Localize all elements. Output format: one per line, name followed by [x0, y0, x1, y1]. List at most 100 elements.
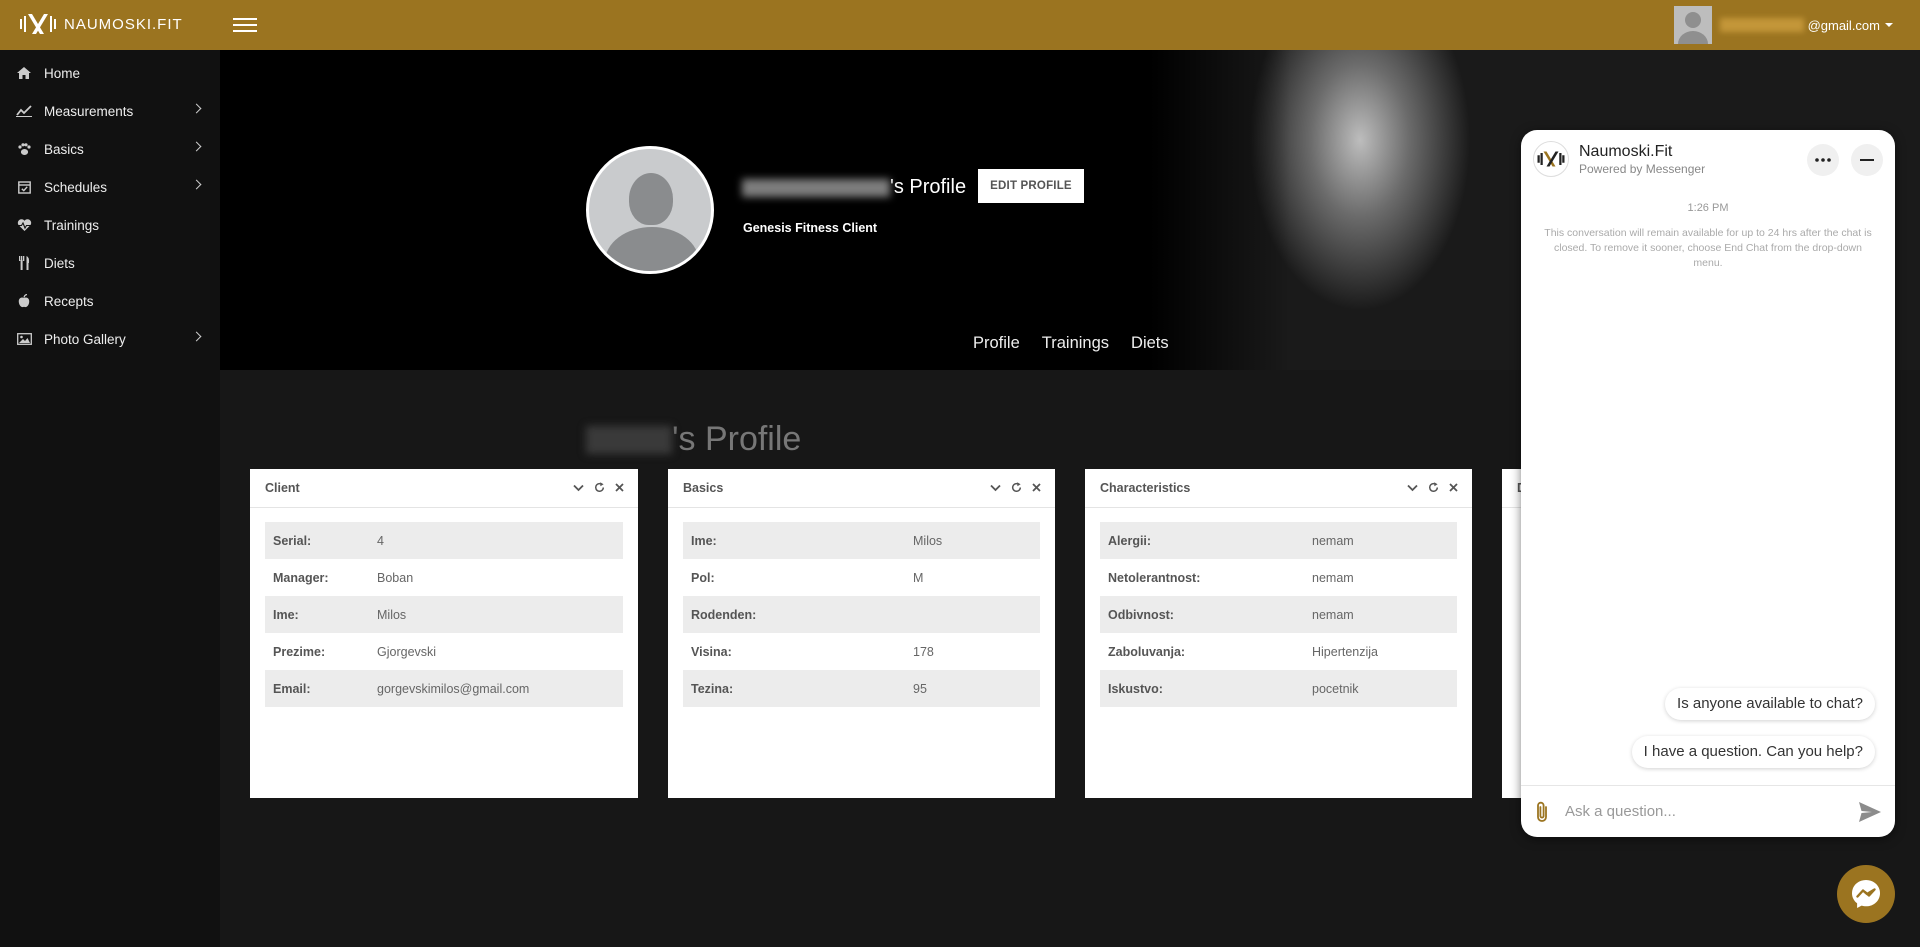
sidebar-item-label: Basics: [44, 141, 84, 157]
row-key: Ime:: [691, 533, 717, 548]
row-key: Ime:: [273, 607, 299, 622]
suggestion-chip[interactable]: Is anyone available to chat?: [1665, 688, 1875, 720]
sidebar-item-home[interactable]: Home: [0, 54, 220, 92]
row-value: Milos: [913, 533, 943, 548]
row-value: 95: [913, 681, 927, 696]
row-value: pocetnik: [1312, 681, 1359, 696]
tab-profile[interactable]: Profile: [973, 334, 1020, 353]
image-icon: [16, 332, 32, 346]
row-value: Milos: [377, 607, 407, 622]
sidebar-item-trainings[interactable]: Trainings: [0, 206, 220, 244]
sidebar-item-schedules[interactable]: Schedules: [0, 168, 220, 206]
chat-composer: [1521, 785, 1895, 837]
chat-brand-logo: [1533, 141, 1569, 177]
brand-name: NAUMOSKI.FIT: [64, 15, 183, 33]
row-value: M: [913, 570, 924, 585]
basics-table: Ime: Milos Pol: M Rodenden: Visina: 178 Tez…: [683, 522, 1040, 707]
chat-message-input[interactable]: [1565, 803, 1835, 820]
card-title: Characteristics: [1100, 481, 1191, 495]
calendar-check-icon: [16, 180, 32, 194]
row-key: Zaboluvanja:: [1108, 644, 1186, 659]
chat-header: Naumoski.Fit Powered by Messenger: [1521, 130, 1895, 188]
sidebar-item-label: Recepts: [44, 293, 94, 309]
table-row: Ime: Milos: [683, 522, 1040, 559]
row-key: Tezina:: [691, 681, 734, 696]
row-value: gorgevskimilos@gmail.com: [377, 681, 530, 696]
row-value: nemam: [1312, 533, 1354, 548]
table-row: Email: gorgevskimilos@gmail.com: [265, 670, 623, 707]
sidebar-item-measurements[interactable]: Measurements: [0, 92, 220, 130]
table-row: Pol: M: [683, 559, 1040, 596]
sidebar-item-photo-gallery[interactable]: Photo Gallery: [0, 320, 220, 358]
sidebar-item-recepts[interactable]: Recepts: [0, 282, 220, 320]
menu-toggle-icon[interactable]: [233, 14, 257, 36]
page-title-suffix: 's Profile: [672, 420, 802, 458]
refresh-icon[interactable]: [594, 482, 605, 493]
basics-card: Basics Ime: Milos Pol: M Rodenden: Visina:…: [668, 469, 1055, 798]
row-key: Email:: [273, 681, 311, 696]
user-menu[interactable]: @gmail.com: [1673, 6, 1894, 44]
sidebar-item-diets[interactable]: Diets: [0, 244, 220, 282]
chevron-right-icon: [191, 141, 202, 152]
table-row: Prezime: Gjorgevski: [265, 633, 623, 670]
sidebar-item-label: Photo Gallery: [44, 331, 126, 347]
name-redacted: [742, 178, 890, 197]
row-key: Rodenden:: [691, 607, 757, 622]
profile-avatar: [586, 146, 714, 274]
table-row: Tezina: 95: [683, 670, 1040, 707]
refresh-icon[interactable]: [1011, 482, 1022, 493]
send-icon[interactable]: [1859, 801, 1881, 822]
characteristics-table: Alergii: nemam Netolerantnost: nemam Odbiv…: [1100, 522, 1457, 707]
tab-diets[interactable]: Diets: [1131, 334, 1169, 353]
row-value: nemam: [1312, 570, 1354, 585]
close-icon[interactable]: [1032, 483, 1041, 492]
home-icon: [16, 66, 32, 80]
suggestion-chip[interactable]: I have a question. Can you help?: [1631, 736, 1875, 768]
characteristics-card: Characteristics Alergii: nemam Netolerant…: [1085, 469, 1472, 798]
top-navbar: NAUMOSKI.FIT @gmail.com: [0, 0, 1920, 50]
row-key: Pol:: [691, 570, 715, 585]
sidebar-item-label: Home: [44, 65, 81, 81]
row-value: [905, 596, 1040, 633]
hero-subtitle: Genesis Fitness Client: [743, 221, 878, 235]
close-icon[interactable]: [615, 483, 624, 492]
more-options-icon[interactable]: [1807, 144, 1839, 176]
row-key: Odbivnost:: [1108, 607, 1174, 622]
table-row: Manager: Boban: [265, 559, 623, 596]
hero-profile-name-suffix: 's Profile: [890, 176, 967, 198]
row-key: Iskustvo:: [1108, 681, 1163, 696]
user-email: @gmail.com: [1807, 17, 1880, 33]
utensils-icon: [16, 256, 32, 270]
logo-icon: [20, 14, 56, 34]
name-redacted: [586, 425, 672, 454]
card-header: Client: [250, 469, 638, 508]
table-row: Odbivnost: nemam: [1100, 596, 1457, 633]
caret-down-icon: [1885, 23, 1893, 27]
row-value: Gjorgevski: [377, 644, 437, 659]
chat-timestamp: 1:26 PM: [1687, 202, 1729, 214]
messenger-launcher-button[interactable]: [1837, 865, 1895, 923]
user-name-redacted: [1719, 18, 1804, 32]
table-row: Iskustvo: pocetnik: [1100, 670, 1457, 707]
card-title: Basics: [683, 481, 724, 495]
chevron-right-icon: [191, 179, 202, 190]
row-key: Netolerantnost:: [1108, 570, 1201, 585]
sidebar: Home Measurements Basics Schedules Train…: [0, 50, 220, 947]
collapse-icon[interactable]: [1407, 484, 1418, 492]
row-key: Manager:: [273, 570, 329, 585]
attachment-icon[interactable]: [1535, 801, 1549, 823]
refresh-icon[interactable]: [1428, 482, 1439, 493]
apple-icon: [16, 294, 32, 308]
sidebar-item-basics[interactable]: Basics: [0, 130, 220, 168]
collapse-icon[interactable]: [573, 484, 584, 492]
table-row: Zaboluvanja: Hipertenzija: [1100, 633, 1457, 670]
brand-logo[interactable]: NAUMOSKI.FIT: [18, 12, 183, 36]
tab-trainings[interactable]: Trainings: [1042, 334, 1109, 353]
edit-profile-button[interactable]: EDIT PROFILE: [978, 169, 1084, 203]
hero-profile-name: 's Profile: [742, 176, 966, 199]
collapse-icon[interactable]: [990, 484, 1001, 492]
minimize-icon[interactable]: [1851, 144, 1883, 176]
close-icon[interactable]: [1449, 483, 1458, 492]
row-key: Alergii:: [1108, 533, 1152, 548]
row-key: Prezime:: [273, 644, 326, 659]
